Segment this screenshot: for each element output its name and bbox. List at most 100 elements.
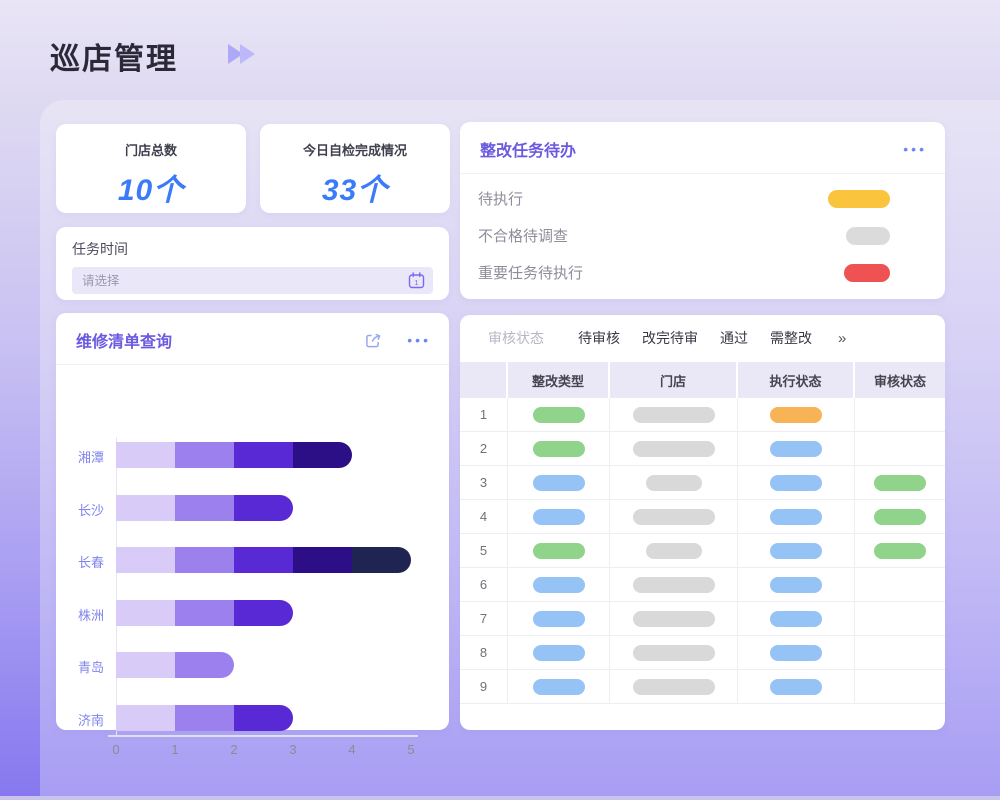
table-row[interactable]: 9: [460, 670, 945, 704]
exec-status-cell: [738, 466, 855, 500]
stat-label: 今日自检完成情况: [260, 140, 450, 159]
chart-bar: [116, 600, 293, 626]
rectify-type-cell: [508, 466, 610, 500]
share-export-icon[interactable]: [364, 331, 383, 350]
chart-bar: [116, 547, 411, 573]
audit-status-cell: [855, 670, 945, 704]
audit-table-card: 审核状态 待审核改完待审通过需整改 » 整改类型门店执行状态审核状态 12345…: [460, 315, 945, 730]
chart-category-label: 株洲: [56, 605, 104, 624]
audit-status-cell: [855, 636, 945, 670]
store-cell: [610, 432, 738, 466]
rectify-type-pill: [533, 679, 585, 695]
store-pill: [646, 543, 702, 559]
rectify-type-cell: [508, 636, 610, 670]
rectify-type-pill: [533, 407, 585, 423]
calendar-icon[interactable]: 1: [408, 272, 425, 289]
table-row[interactable]: 5: [460, 534, 945, 568]
chart-bar-segment: [116, 600, 175, 626]
row-index-cell: 9: [460, 670, 508, 704]
audit-status-cell: [855, 602, 945, 636]
chart-bar-segment: [116, 705, 175, 731]
column-header: 执行状态: [738, 362, 855, 398]
tab-通过[interactable]: 通过: [720, 328, 748, 348]
store-cell: [610, 568, 738, 602]
store-pill: [633, 577, 715, 593]
tabs-overflow-chevron[interactable]: »: [838, 330, 846, 347]
table-row[interactable]: 7: [460, 602, 945, 636]
row-index-cell: 2: [460, 432, 508, 466]
exec-status-pill: [770, 611, 822, 627]
audit-status-tabs: 审核状态 待审核改完待审通过需整改 »: [460, 315, 945, 358]
store-pill: [633, 407, 715, 423]
column-header: 门店: [610, 362, 738, 398]
rectify-type-cell: [508, 534, 610, 568]
rectify-type-pill: [533, 577, 585, 593]
tab-待审核[interactable]: 待审核: [578, 328, 620, 348]
chart-category-label: 青岛: [56, 657, 104, 676]
tab-需整改[interactable]: 需整改: [770, 328, 812, 348]
stat-label: 门店总数: [56, 140, 246, 159]
exec-status-pill: [770, 679, 822, 695]
todo-status-pill: [828, 190, 890, 208]
audit-status-pill: [874, 509, 926, 525]
stat-card-store-total: 门店总数 10个: [56, 124, 246, 213]
task-time-date-input[interactable]: [72, 267, 433, 294]
table-row[interactable]: 6: [460, 568, 945, 602]
chart-x-axis: [108, 735, 418, 737]
audit-table: 整改类型门店执行状态审核状态 123456789: [460, 362, 945, 704]
table-header-row: 整改类型门店执行状态审核状态: [460, 362, 945, 398]
exec-status-pill: [770, 441, 822, 457]
exec-status-cell: [738, 670, 855, 704]
table-row[interactable]: 4: [460, 500, 945, 534]
exec-status-pill: [770, 543, 822, 559]
chart-category-label: 湘潭: [56, 447, 104, 466]
exec-status-cell: [738, 432, 855, 466]
store-cell: [610, 398, 738, 432]
audit-status-cell: [855, 568, 945, 602]
exec-status-pill: [770, 509, 822, 525]
svg-text:1: 1: [414, 278, 418, 287]
store-cell: [610, 670, 738, 704]
todo-item[interactable]: 待执行: [460, 180, 945, 217]
store-pill: [646, 475, 702, 491]
chart-bar: [116, 652, 234, 678]
exec-status-cell: [738, 534, 855, 568]
store-pill: [633, 611, 715, 627]
chart-bar-segment: [352, 547, 411, 573]
exec-status-cell: [738, 500, 855, 534]
chart-bar-segment: [175, 442, 234, 468]
chart-bar-segment: [234, 705, 293, 731]
stat-value: 33个: [260, 165, 450, 209]
store-pill: [633, 441, 715, 457]
tab-改完待审[interactable]: 改完待审: [642, 328, 698, 348]
store-cell: [610, 466, 738, 500]
page-title: 巡店管理: [50, 34, 178, 78]
chart-category-label: 长春: [56, 552, 104, 571]
store-cell: [610, 500, 738, 534]
table-row[interactable]: 8: [460, 636, 945, 670]
todo-item[interactable]: 重要任务待执行: [460, 254, 945, 291]
table-row[interactable]: 1: [460, 398, 945, 432]
more-options-icon[interactable]: •••: [407, 335, 431, 345]
table-row[interactable]: 3: [460, 466, 945, 500]
table-row[interactable]: 2: [460, 432, 945, 466]
rectify-type-cell: [508, 602, 610, 636]
todo-card-title: 整改任务待办: [480, 137, 903, 161]
chart-x-tick-label: 5: [407, 742, 414, 757]
title-play-icons: [228, 44, 255, 69]
row-index-cell: 5: [460, 534, 508, 568]
chart-bar-segment: [116, 442, 175, 468]
chart-bar-segment: [116, 652, 175, 678]
more-options-icon[interactable]: •••: [903, 144, 927, 154]
repair-card-title: 维修清单查询: [76, 328, 364, 352]
chart-x-tick-label: 3: [289, 742, 296, 757]
chart-bar-segment: [175, 547, 234, 573]
store-cell: [610, 534, 738, 568]
row-index-cell: 8: [460, 636, 508, 670]
exec-status-cell: [738, 602, 855, 636]
rectify-type-pill: [533, 645, 585, 661]
row-index-cell: 7: [460, 602, 508, 636]
dashboard: 巡店管理 门店总数 10个 今日自检完成情况 33个 任务时间 1 维修清单查询: [0, 0, 1000, 800]
rectify-type-pill: [533, 441, 585, 457]
todo-item[interactable]: 不合格待调查: [460, 217, 945, 254]
